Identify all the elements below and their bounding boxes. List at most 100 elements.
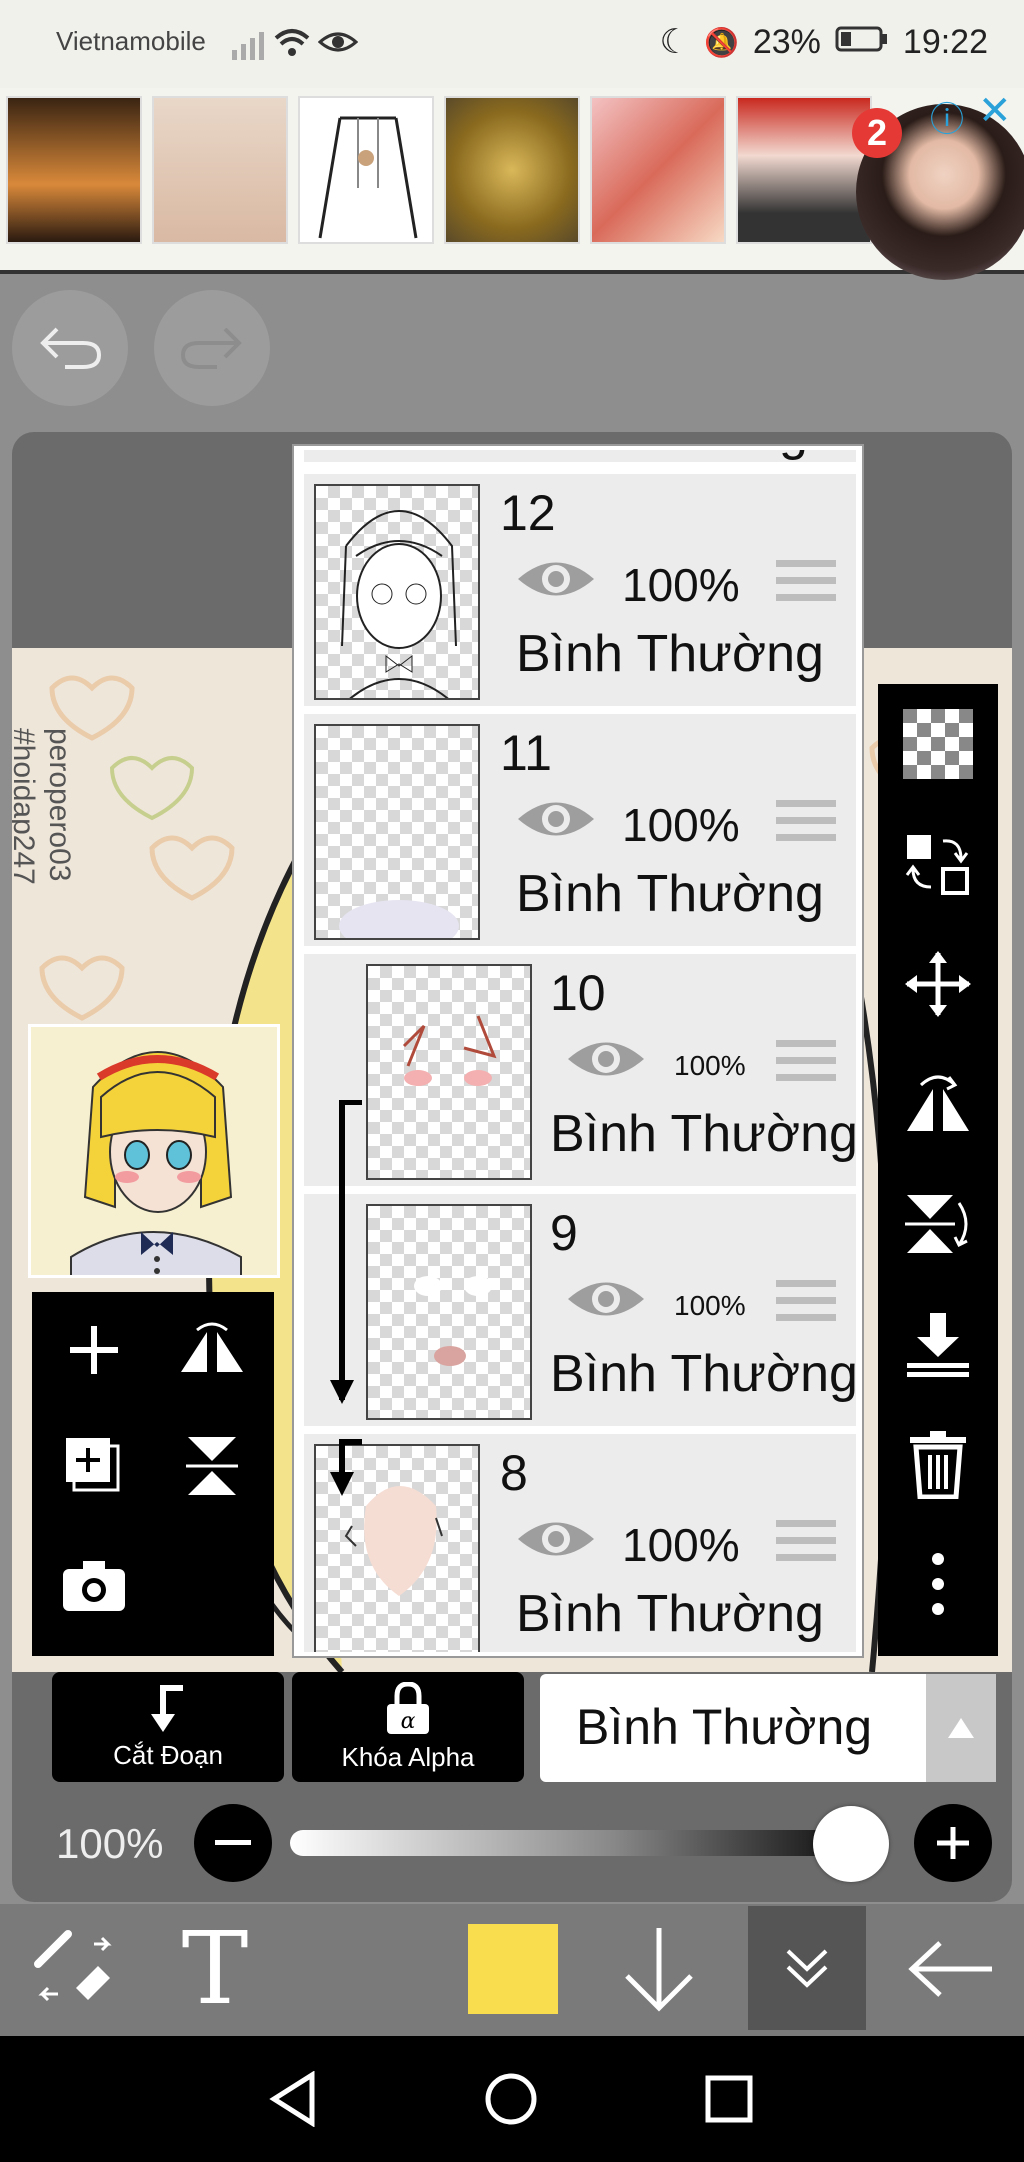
more-vert-icon xyxy=(928,1549,948,1623)
layer-mode: Bình Thường xyxy=(516,865,824,923)
blend-mode-dropdown-button[interactable] xyxy=(926,1674,996,1782)
layer-thumbnail[interactable] xyxy=(366,1204,532,1420)
layer-row[interactable]: 12 100% Bình Thường xyxy=(304,474,856,710)
opacity-slider-handle[interactable] xyxy=(813,1806,890,1882)
opacity-slider[interactable] xyxy=(290,1830,878,1856)
camera-import-button[interactable] xyxy=(54,1548,134,1628)
clipping-arrow-icon xyxy=(330,1100,362,1496)
drag-handle-icon[interactable] xyxy=(776,1280,836,1328)
visibility-toggle[interactable] xyxy=(516,1514,596,1564)
opacity-value: 100% xyxy=(56,1820,164,1867)
ad-item-airfryer[interactable] xyxy=(736,96,872,244)
layer-thumbnail[interactable] xyxy=(314,724,480,940)
plus-icon xyxy=(66,1322,122,1382)
transparent-layer-button[interactable] xyxy=(898,706,978,786)
layer-row[interactable]: 8 100% Bình Thường xyxy=(304,1434,856,1652)
checker-icon xyxy=(903,709,973,783)
move-button[interactable] xyxy=(898,946,978,1026)
layer-mode: Bình Thường xyxy=(550,1345,858,1403)
ad-item-swing[interactable] xyxy=(298,96,434,244)
merge-down-button[interactable] xyxy=(898,1306,978,1386)
undo-button[interactable] xyxy=(12,290,128,406)
merge-down-icon xyxy=(903,1309,973,1383)
drag-handle-icon[interactable] xyxy=(776,560,836,608)
color-swatch-button[interactable] xyxy=(458,1914,568,2024)
eye-icon xyxy=(518,1522,594,1556)
delete-layer-button[interactable] xyxy=(898,1426,978,1506)
drag-handle-icon[interactable] xyxy=(776,1520,836,1568)
swap-icon xyxy=(903,829,973,903)
layer-row[interactable]: 9 100% Bình Thường xyxy=(304,1194,858,1430)
nav-home-button[interactable] xyxy=(476,2064,546,2134)
flip-layer-vertical-button[interactable] xyxy=(898,1186,978,1266)
ibis-paint-screen: Vietnamobile ☾ 🔕 23% 19:22 2 ⓘ ✕ peroper… xyxy=(0,0,1024,2162)
duplicate-layer-button[interactable] xyxy=(54,1428,134,1508)
status-bar: Vietnamobile ☾ 🔕 23% 19:22 xyxy=(0,0,1024,88)
visibility-toggle[interactable] xyxy=(516,794,596,844)
layer-thumbnail[interactable] xyxy=(314,484,480,700)
clipping-button[interactable]: Cắt Đoạn xyxy=(52,1672,284,1782)
ad-item-plate[interactable] xyxy=(444,96,580,244)
alpha-lock-button[interactable]: α Khóa Alpha xyxy=(292,1672,524,1782)
move-icon xyxy=(903,949,973,1023)
svg-text:α: α xyxy=(401,1709,416,1734)
ad-close-icon[interactable]: ✕ xyxy=(978,88,1012,134)
eye-icon xyxy=(568,1042,644,1076)
visibility-toggle[interactable] xyxy=(516,554,596,604)
current-color-swatch xyxy=(468,1924,558,2014)
text-icon: T xyxy=(181,1910,249,2027)
ad-item-jewelry[interactable] xyxy=(152,96,288,244)
brush-eraser-toggle-button[interactable] xyxy=(18,1914,128,2024)
layer-opacity: 100% xyxy=(674,1290,746,1321)
arrow-down-icon xyxy=(625,1928,693,2012)
nav-back-button[interactable] xyxy=(258,2064,328,2134)
notification-badge: 2 xyxy=(852,108,902,158)
layer-thumbnail[interactable] xyxy=(366,964,532,1180)
canvas-preview[interactable] xyxy=(28,1024,280,1278)
opacity-decrease-button[interactable] xyxy=(194,1804,272,1882)
layer-row-partial[interactable]: Bình Thường xyxy=(304,450,856,466)
layer-down-button[interactable] xyxy=(604,1914,714,2024)
blend-mode-value: Bình Thường xyxy=(576,1699,873,1755)
ad-item-kettle[interactable] xyxy=(6,96,142,244)
nav-home-icon xyxy=(485,2073,537,2125)
layer-number: 11 xyxy=(500,725,552,781)
layer-row[interactable]: 10 100% Bình Thường xyxy=(304,954,858,1190)
camera-icon xyxy=(61,1559,127,1617)
flip-vertical-icon xyxy=(182,1433,242,1503)
more-options-button[interactable] xyxy=(898,1546,978,1626)
visibility-toggle[interactable] xyxy=(566,1274,646,1324)
triangle-up-icon xyxy=(948,1718,974,1738)
layer-row[interactable]: 11 100% Bình Thường xyxy=(304,714,856,950)
layer-mode: Bình Thường xyxy=(516,625,824,683)
status-right: ☾ 🔕 23% 19:22 xyxy=(659,22,988,62)
ad-info-icon[interactable]: ⓘ xyxy=(930,92,964,141)
nav-recents-icon xyxy=(705,2075,753,2123)
duplicate-icon xyxy=(64,1436,124,1500)
mute-icon: 🔕 xyxy=(703,26,739,58)
drag-handle-icon[interactable] xyxy=(776,1040,836,1088)
redo-button[interactable] xyxy=(154,290,270,406)
layers-list[interactable]: Bình Thường 12 100% Bình Thường 11 100% xyxy=(294,446,862,1656)
swap-layers-button[interactable] xyxy=(898,826,978,906)
add-layer-button[interactable] xyxy=(54,1312,134,1392)
flip-horizontal-icon xyxy=(903,1069,973,1143)
drag-handle-icon[interactable] xyxy=(776,800,836,848)
opacity-increase-button[interactable] xyxy=(914,1804,992,1882)
collapse-panel-button[interactable] xyxy=(748,1906,866,2030)
system-nav-bar xyxy=(0,2036,1024,2162)
text-tool-button[interactable]: T xyxy=(160,1914,270,2024)
blend-mode-select[interactable]: Bình Thường xyxy=(540,1674,996,1782)
flip-layer-horizontal-button[interactable] xyxy=(898,1066,978,1146)
flip-horizontal-button[interactable] xyxy=(172,1312,252,1392)
nav-recents-button[interactable] xyxy=(694,2064,764,2134)
back-button[interactable] xyxy=(896,1914,1006,2024)
layer-opacity: 100% xyxy=(622,559,740,611)
ad-banner[interactable]: 2 ⓘ ✕ xyxy=(0,88,1024,280)
clip-arrow-icon xyxy=(151,1684,183,1732)
flip-horizontal-icon xyxy=(177,1322,247,1382)
flip-vertical-button[interactable] xyxy=(172,1428,252,1508)
eye-icon xyxy=(568,1282,644,1316)
visibility-toggle[interactable] xyxy=(566,1034,646,1084)
ad-item-cosmetics[interactable] xyxy=(590,96,726,244)
